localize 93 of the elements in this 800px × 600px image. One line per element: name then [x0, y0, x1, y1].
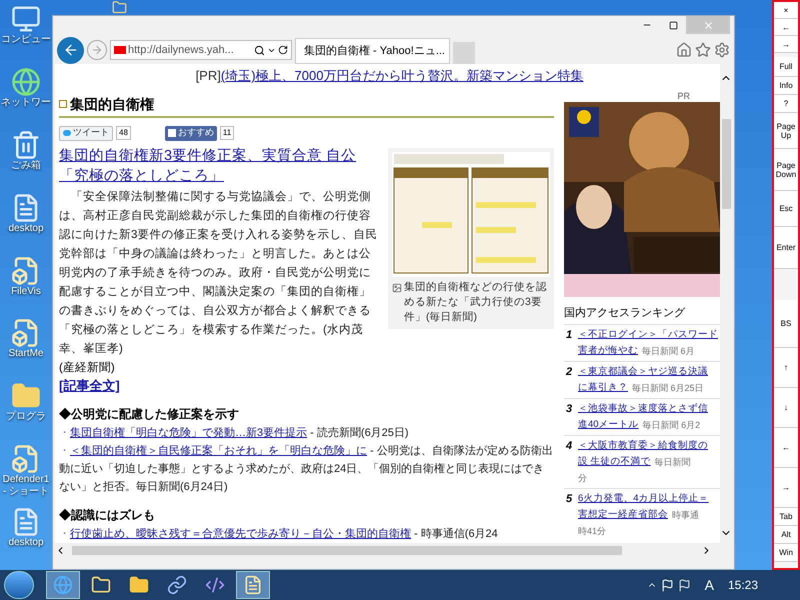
key-button[interactable]: → — [774, 468, 798, 508]
document-taskbar-icon[interactable] — [236, 571, 270, 599]
back-button[interactable] — [57, 36, 84, 64]
key-button[interactable]: PageDown — [774, 149, 798, 191]
ranking-meta: 毎日新聞 6月 — [642, 345, 695, 358]
figure-caption: 集団的自衛権などの行使を認める新たな「武力行使の3要件」(毎日新聞) — [404, 280, 548, 325]
topic-title: 集団的自衛権 — [70, 94, 154, 114]
rank-number: 3 — [564, 402, 574, 417]
refresh-icon[interactable] — [278, 45, 288, 55]
section-heading: ◆認識にはズレも — [59, 507, 156, 524]
key-button[interactable]: ← — [774, 19, 798, 36]
ranking-meta: 毎日新聞 — [654, 456, 691, 469]
flag-icon[interactable] — [678, 578, 691, 592]
key-button[interactable]: Info — [774, 77, 798, 95]
ranking-link[interactable]: 6火力発電、4カ月以上停止＝ — [578, 491, 709, 507]
desktop-icon-label[interactable]: ネットワー — [1, 96, 51, 109]
ranking-meta: 毎日新聞 6月2 — [642, 419, 700, 432]
news-link[interactable]: 行使歯止め、曖昧さ残す＝合意優先で歩み寄り－自公・集団的自衛権 — [70, 528, 411, 540]
rank-number: 2 — [564, 365, 574, 380]
ranking-link[interactable]: 害想定一経産省部会 — [578, 507, 668, 523]
search-icon[interactable] — [254, 44, 265, 56]
desktop-icon-label[interactable]: desktop — [8, 222, 44, 235]
pr-label: PR — [677, 90, 690, 102]
pr-label: [PR] — [196, 68, 221, 83]
ranking-meta: 分 — [578, 472, 587, 485]
key-button[interactable]: BS — [774, 300, 798, 348]
home-icon[interactable] — [676, 42, 692, 58]
share-count: 11 — [220, 126, 234, 140]
key-button[interactable]: Tab — [774, 508, 798, 526]
maximize-icon — [668, 20, 678, 30]
flag-icon[interactable] — [660, 578, 674, 592]
key-button[interactable]: Win — [774, 544, 798, 562]
recommend-button[interactable]: おすすめ — [164, 126, 217, 140]
close-icon — [702, 20, 714, 30]
share-count: 48 — [116, 126, 131, 140]
key-button[interactable]: × — [774, 2, 798, 19]
clock[interactable]: 15:23 — [728, 576, 758, 594]
topic-icon — [59, 100, 67, 108]
ranking-title: 国内アクセスランキング — [564, 306, 686, 321]
tweet-button[interactable]: ツイート — [59, 126, 113, 140]
forward-arrow-icon — [91, 44, 103, 56]
settings-icon[interactable] — [714, 42, 730, 58]
ranking-link[interactable]: ＜池袋事故＞速度落とさず信 — [578, 401, 708, 417]
ranking-link[interactable]: ＜不正ログイン＞「パスワード — [578, 327, 718, 343]
desktop-icon-label[interactable]: ごみ箱 — [11, 160, 41, 172]
key-button[interactable]: Alt — [774, 526, 798, 544]
full-article-link[interactable]: [記事全文] — [59, 377, 382, 395]
key-button[interactable]: Full — [774, 57, 798, 77]
key-button[interactable]: ← — [774, 428, 798, 468]
rank-number: 4 — [564, 439, 574, 454]
key-button[interactable]: Esc — [774, 191, 798, 227]
headline-link[interactable]: 集団的自衛権新3要件修正案、実質合意 自公「究極の落としどころ」 — [59, 146, 382, 186]
key-button[interactable]: Enter — [774, 227, 798, 269]
key-button[interactable]: ? — [774, 95, 798, 113]
scrollbar-thumb[interactable] — [722, 119, 730, 209]
address-bar[interactable]: http://dailynews.yah... — [110, 40, 292, 60]
folder-icon[interactable] — [112, 0, 127, 15]
article-body: 「安全保障法制整備に関する与党協議会」で、公明党側は、高村正彦自民党副総裁が示した集団的自衛権の行使容認に向けた新3要件の修正案を受け入れる姿勢を示し、自民党幹部は「中身の議論は終わった」と明言した。あとは公明党内の了承手続きを待つのみ。政府・自民党が公明党に配慮することが目立つ中、閣議決定案の「集団的自衛権」の書きぶりをめぐっては、自公双方が都合よく解釈できる「究極の落としどころ」を模索する作業だった。(水内茂幸、峯匡孝) — [59, 189, 378, 357]
rank-number: 1 — [564, 328, 574, 343]
ranking-link[interactable]: 設 生徒の不満で — [578, 454, 651, 470]
image-icon — [392, 283, 402, 293]
yahoo-favicon-icon — [114, 46, 126, 54]
ranking-link[interactable]: ＜東京都議会＞ヤジ巡る決議 — [578, 364, 708, 380]
section-heading: ◆公明党に配慮した修正案を示す — [59, 406, 240, 423]
start-button[interactable] — [4, 571, 34, 599]
pr-link[interactable]: (埼玉)極上、7000万円台だから叶う贅沢。新築マンション特集 — [220, 68, 584, 83]
key-button[interactable]: ↑ — [774, 348, 798, 388]
news-item: ・行使歯止め、曖昧さ残す＝合意優先で歩み寄り－自公・集団的自衛権 - 時事通信(6月24 — [59, 526, 499, 542]
globe-icon — [11, 66, 41, 97]
news-link[interactable]: 集団自衛権「明白な危険」で発動…新3要件提示 — [70, 427, 308, 439]
ranking-meta: 毎日新聞 6月25日 — [632, 382, 704, 395]
browser-tab[interactable]: 集団的自衛権 - Yahoo!ニュ... — [295, 38, 450, 64]
ranking-link[interactable]: ＜大阪市教育委＞給食制度の — [578, 438, 708, 454]
recycle-bin-icon — [11, 130, 41, 160]
rank-number: 5 — [564, 492, 574, 507]
key-button[interactable]: → — [774, 36, 798, 53]
ranking-link[interactable]: 害者が悔やむ — [578, 343, 638, 359]
star-icon[interactable] — [695, 42, 711, 58]
ranking-link[interactable]: 進40メートル — [578, 417, 639, 433]
key-button[interactable]: ↓ — [774, 388, 798, 428]
scrollbar-thumb[interactable] — [72, 546, 622, 554]
ime-indicator[interactable]: A — [704, 574, 714, 596]
ranking-meta: 時41分 — [578, 525, 606, 538]
computer-icon — [11, 4, 41, 34]
key-button[interactable]: PageUp — [774, 113, 798, 149]
news-item: ・＜集団的自衛権＞自民修正案「おそれ」を「明白な危険」に - 公明党は、自衛隊法が定める防衛出動に近い「切迫した事態」とするよう求めたが、政府は24日、「個別的自衛権と同じ表現にはできない」と拒否。毎日新聞(6月24日) — [59, 444, 554, 495]
back-arrow-icon — [62, 42, 78, 58]
desktop-icon-label[interactable]: コンピュー — [1, 34, 51, 46]
news-link[interactable]: ＜集団的自衛権＞自民修正案「おそれ」を「明白な危険」に — [70, 445, 367, 457]
news-item: ・集団自衛権「明白な危険」で発動…新3要件提示 - 読売新聞(6月25日) — [59, 426, 410, 441]
ranking-meta: 時事通 — [672, 509, 699, 522]
ranking-link[interactable]: に幕引き？ — [578, 380, 628, 396]
article-source: (産経新聞) — [59, 360, 116, 376]
